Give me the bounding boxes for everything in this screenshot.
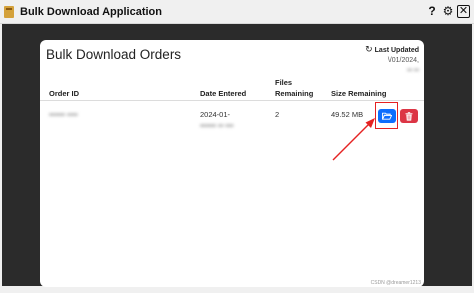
annotation-arrow	[332, 118, 375, 161]
